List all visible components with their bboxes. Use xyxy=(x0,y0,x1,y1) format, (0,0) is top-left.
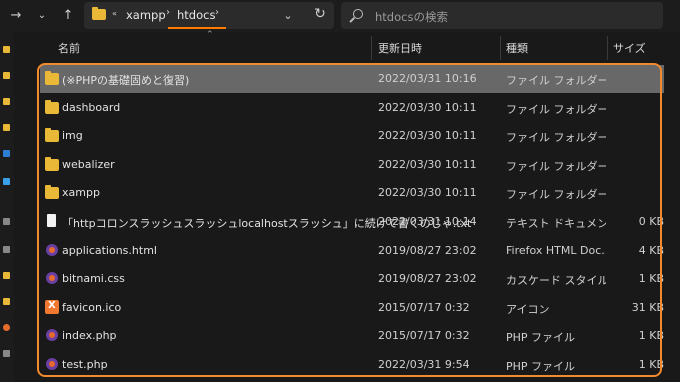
column-divider[interactable] xyxy=(607,36,608,60)
folder-icon xyxy=(45,128,59,143)
file-row[interactable]: (※PHPの基礎固めと復習) 2022/03/31 10:16 ファイル フォルダー xyxy=(40,65,664,93)
folder-icon xyxy=(92,7,106,20)
file-name: img xyxy=(62,129,83,143)
nav-item-icon[interactable] xyxy=(3,324,10,331)
file-name: index.php xyxy=(62,329,117,343)
file-row[interactable]: xampp 2022/03/30 10:11 ファイル フォルダー xyxy=(40,179,664,207)
file-type: ファイル フォルダー xyxy=(506,74,606,87)
file-type: PHP ファイル xyxy=(506,360,576,373)
address-dropdown-icon[interactable]: ⌄ xyxy=(280,8,296,24)
nav-pc-icon[interactable] xyxy=(3,178,10,185)
chevron-right-icon[interactable]: › xyxy=(215,7,219,18)
search-icon xyxy=(353,9,363,19)
file-type: テキスト ドキュメント xyxy=(506,217,606,230)
file-type: ファイル フォルダー xyxy=(506,188,606,202)
file-date: 2019/08/27 23:02 xyxy=(378,272,477,286)
folder-icon xyxy=(45,99,59,114)
column-header-type[interactable]: 種類 xyxy=(506,40,528,56)
file-date: 2019/08/27 23:02 xyxy=(378,243,477,257)
file-name: test.php xyxy=(62,358,108,371)
refresh-icon[interactable]: ↻ xyxy=(311,5,329,23)
file-row[interactable]: test.php 2022/03/31 9:54 PHP ファイル 1 KB xyxy=(40,351,664,379)
xampp-icon xyxy=(45,299,59,314)
firefox-icon xyxy=(46,358,58,370)
file-name: dashboard xyxy=(62,100,121,114)
file-date: 2022/03/31 10:14 xyxy=(378,215,477,228)
nav-item-icon[interactable] xyxy=(3,350,10,357)
firefox-icon xyxy=(46,243,58,256)
file-date: 2022/03/30 10:11 xyxy=(378,157,477,171)
toolbar: → ⌄ ↑ « xampp › htdocs › ⌄ ↻ htdocsの検索 xyxy=(0,0,680,32)
file-date: 2022/03/31 9:54 xyxy=(378,358,470,371)
nav-drive-icon[interactable] xyxy=(3,218,10,225)
search-input[interactable]: htdocsの検索 xyxy=(375,9,448,25)
file-date: 2015/07/17 0:32 xyxy=(378,300,470,314)
file-size: 1 KB xyxy=(638,272,664,286)
file-size: 1 KB xyxy=(638,358,664,371)
column-header-name[interactable]: 名前 xyxy=(58,40,80,56)
file-date: 2022/03/30 10:11 xyxy=(378,129,477,143)
file-type: Firefox HTML Doc... xyxy=(506,243,606,257)
file-type: ファイル フォルダー xyxy=(506,159,606,173)
nav-folder-icon[interactable] xyxy=(3,298,10,305)
text-file-icon xyxy=(47,214,56,227)
sort-ascending-icon: ⌃ xyxy=(206,30,214,40)
file-name: (※PHPの基礎固めと復習) xyxy=(62,74,190,87)
nav-drive-icon[interactable] xyxy=(3,246,10,253)
nav-folder-icon[interactable] xyxy=(3,72,10,79)
file-type: PHP ファイル xyxy=(506,331,576,345)
forward-arrow-icon[interactable]: → xyxy=(6,6,26,26)
file-row[interactable]: index.php 2015/07/17 0:32 PHP ファイル 1 KB xyxy=(40,322,664,350)
nav-folder-icon[interactable] xyxy=(3,98,10,105)
column-header-date[interactable]: 更新日時 xyxy=(378,40,422,56)
search-box[interactable]: htdocsの検索 xyxy=(341,2,663,29)
nav-folder-icon[interactable] xyxy=(3,46,10,53)
folder-icon xyxy=(45,71,59,85)
file-name: applications.html xyxy=(62,243,157,257)
file-date: 2022/03/30 10:11 xyxy=(378,100,477,114)
chevron-right-icon[interactable]: › xyxy=(166,7,170,18)
address-bar[interactable]: « xampp › htdocs › ⌄ xyxy=(84,2,334,29)
firefox-icon xyxy=(46,329,58,342)
navigation-pane[interactable] xyxy=(0,32,14,382)
file-date: 2022/03/31 10:16 xyxy=(378,72,477,85)
file-size: 4 KB xyxy=(638,243,664,257)
breadcrumb-xampp[interactable]: xampp xyxy=(126,8,166,22)
file-type: カスケード スタイル シ... xyxy=(506,274,606,288)
file-name: bitnami.css xyxy=(62,272,125,286)
file-size: 1 KB xyxy=(638,329,664,343)
chevron-down-icon[interactable]: ⌄ xyxy=(32,6,52,26)
file-size: 31 KB xyxy=(631,300,664,314)
overflow-chevron-icon[interactable]: « xyxy=(112,9,117,18)
file-type: ファイル フォルダー xyxy=(506,131,606,145)
file-row[interactable]: webalizer 2022/03/30 10:11 ファイル フォルダー xyxy=(40,151,664,179)
nav-folder-icon[interactable] xyxy=(3,272,10,279)
file-date: 2022/03/30 10:11 xyxy=(378,186,477,200)
file-name: xampp xyxy=(62,186,100,200)
breadcrumb-htdocs[interactable]: htdocs xyxy=(177,8,215,22)
file-date: 2015/07/17 0:32 xyxy=(378,329,470,343)
column-divider[interactable] xyxy=(500,36,501,60)
file-size: 0 KB xyxy=(638,215,664,228)
firefox-icon xyxy=(46,272,58,285)
file-row[interactable]: dashboard 2022/03/30 10:11 ファイル フォルダー xyxy=(40,94,664,122)
column-header-size[interactable]: サイズ xyxy=(613,40,646,56)
file-row[interactable]: applications.html 2019/08/27 23:02 Firefox… xyxy=(40,237,664,265)
file-row[interactable]: img 2022/03/30 10:11 ファイル フォルダー xyxy=(40,122,664,150)
folder-icon xyxy=(45,156,59,171)
nav-onedrive-icon[interactable] xyxy=(3,150,10,157)
nav-folder-icon[interactable] xyxy=(3,124,10,131)
file-name: webalizer xyxy=(62,157,115,171)
up-arrow-icon[interactable]: ↑ xyxy=(58,6,78,26)
folder-icon xyxy=(45,185,59,200)
file-name: favicon.ico xyxy=(62,300,122,314)
breadcrumb-highlight xyxy=(168,27,226,29)
file-row[interactable]: favicon.ico 2015/07/17 0:32 アイコン 31 KB xyxy=(40,294,664,322)
file-type: ファイル フォルダー xyxy=(506,102,606,116)
file-row[interactable]: 「httpコロンスラッシュスラッシュlocalhostスラッシュ」に続けて書くの… xyxy=(40,208,664,236)
column-divider[interactable] xyxy=(371,36,372,60)
file-row[interactable]: bitnami.css 2019/08/27 23:02 カスケード スタイル シ.… xyxy=(40,265,664,293)
file-type: アイコン xyxy=(506,302,550,316)
